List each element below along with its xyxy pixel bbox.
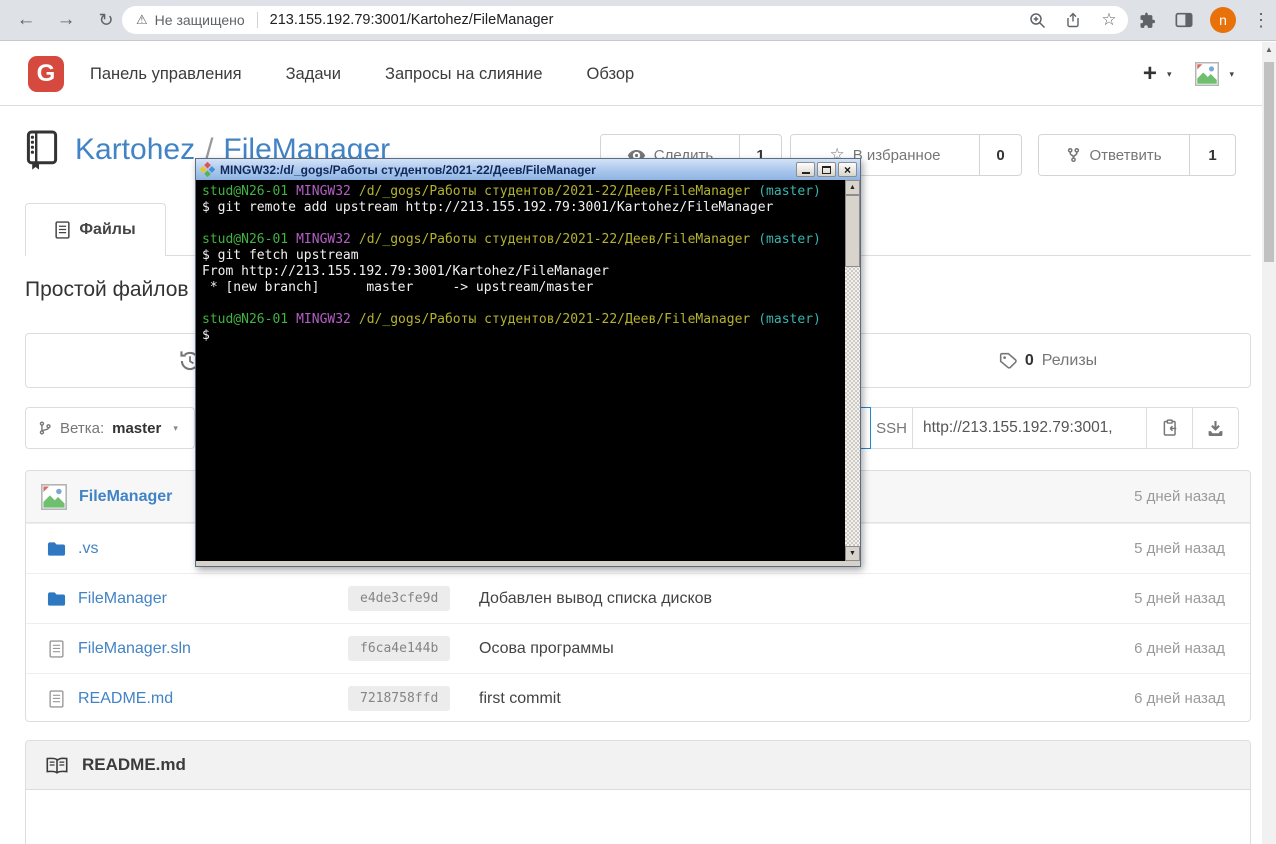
file-tab-icon — [55, 221, 70, 239]
branch-icon — [39, 421, 51, 435]
browser-back-button[interactable]: ← — [12, 6, 40, 34]
gogs-navbar: G Панель управления Задачи Запросы на сл… — [0, 42, 1276, 106]
terminal-close-button[interactable]: × — [838, 162, 857, 177]
folder-icon — [46, 591, 66, 607]
readme-header: README.md — [26, 741, 1250, 790]
side-panel-icon[interactable] — [1174, 10, 1194, 30]
nav-pull-requests[interactable]: Запросы на слияние — [385, 65, 543, 84]
committer-link[interactable]: FileManager — [79, 488, 172, 506]
share-icon[interactable] — [1064, 11, 1082, 29]
commit-date: 6 дней назад — [1134, 690, 1225, 707]
terminal-scroll-up-button[interactable]: ▲ — [845, 180, 860, 195]
not-secure-label[interactable]: Не защищено — [155, 12, 245, 28]
committer-avatar-broken-image-icon — [41, 483, 67, 510]
table-row[interactable]: README.md 7218758ffd first commit 6 дней… — [26, 673, 1250, 721]
terminal-bottom-frame — [196, 561, 860, 566]
commit-hash-badge[interactable]: f6ca4e144b — [348, 636, 451, 661]
clone-ssh-button[interactable]: SSH — [871, 407, 913, 449]
terminal-scrollbar[interactable]: ▲ ▼ — [845, 180, 860, 561]
address-bar[interactable]: ⚠ Не защищено 213.155.192.79:3001/Kartoh… — [122, 6, 1128, 34]
copy-url-button[interactable] — [1147, 407, 1193, 449]
browser-reload-button[interactable]: ↻ — [92, 6, 120, 34]
file-link[interactable]: README.md — [78, 690, 173, 708]
download-icon — [1208, 420, 1223, 436]
repo-owner-link[interactable]: Kartohez — [75, 133, 195, 166]
nav-issues[interactable]: Задачи — [286, 65, 341, 84]
star-count[interactable]: 0 — [979, 135, 1021, 175]
clone-url-input[interactable] — [913, 407, 1147, 449]
terminal-minimize-button[interactable] — [796, 162, 815, 177]
not-secure-warning-icon: ⚠ — [136, 12, 148, 27]
browser-profile-avatar[interactable]: n — [1210, 7, 1236, 33]
file-link[interactable]: FileManager.sln — [78, 640, 191, 658]
terminal-output: stud@N26-01 MINGW32/d/_gogs/Работы студен… — [196, 180, 845, 561]
commit-message[interactable]: Добавлен вывод списка дисков — [479, 590, 712, 608]
plus-caret-icon[interactable]: ▾ — [1167, 69, 1172, 80]
mingw-icon — [200, 162, 215, 177]
fork-count[interactable]: 1 — [1189, 135, 1235, 175]
user-avatar-broken-image-icon[interactable] — [1195, 62, 1220, 86]
releases-count: 0 — [1024, 351, 1034, 369]
tab-files[interactable]: Файлы — [25, 203, 166, 256]
scrollbar-thumb[interactable] — [1264, 62, 1274, 262]
zoom-icon[interactable] — [1028, 11, 1046, 29]
fork-icon — [1068, 147, 1080, 163]
commit-message[interactable]: Осова программы — [479, 640, 614, 658]
commit-date: 5 дней назад — [1134, 590, 1225, 607]
extensions-icon[interactable] — [1138, 10, 1158, 30]
bookmark-star-icon[interactable]: ☆ — [1100, 10, 1118, 29]
fork-button[interactable]: Ответвить — [1039, 135, 1189, 175]
commit-date: 6 дней назад — [1134, 640, 1225, 657]
repository-book-icon — [25, 130, 59, 170]
url-text[interactable]: 213.155.192.79:3001/Kartohez/FileManager — [270, 12, 554, 28]
branch-caret-icon: ▾ — [173, 422, 178, 433]
page-scrollbar[interactable]: ▲ — [1262, 42, 1276, 844]
file-icon — [46, 639, 66, 658]
file-icon — [46, 689, 66, 708]
table-row[interactable]: FileManager.sln f6ca4e144b Осова програм… — [26, 623, 1250, 673]
browser-toolbar: ← → ↻ ⚠ Не защищено 213.155.192.79:3001/… — [0, 0, 1276, 41]
nav-dashboard[interactable]: Панель управления — [90, 65, 242, 84]
terminal-scroll-down-button[interactable]: ▼ — [845, 546, 860, 561]
releases-label: Релизы — [1041, 351, 1098, 369]
releases-link[interactable]: 0 Релизы — [843, 334, 1252, 387]
scrollbar-up-arrow[interactable]: ▲ — [1262, 45, 1276, 54]
branch-selector[interactable]: Ветка: master ▾ — [25, 407, 195, 449]
tag-icon — [999, 352, 1017, 369]
open-book-icon — [46, 757, 68, 774]
terminal-scroll-thumb[interactable] — [845, 195, 860, 267]
mingw-terminal-window: MINGW32:/d/_gogs/Работы студентов/2021-2… — [195, 158, 861, 567]
table-row[interactable]: FileManager e4de3cfe9d Добавлен вывод сп… — [26, 573, 1250, 623]
file-link[interactable]: .vs — [78, 540, 98, 558]
commit-hash-badge[interactable]: 7218758ffd — [348, 686, 451, 711]
screen: ← → ↻ ⚠ Не защищено 213.155.192.79:3001/… — [0, 0, 1276, 844]
readme-panel: README.md — [25, 740, 1251, 844]
commit-date: 5 дней назад — [1134, 540, 1225, 557]
new-repo-plus-button[interactable]: + — [1143, 60, 1157, 88]
browser-menu-icon[interactable]: ⋮ — [1252, 10, 1270, 31]
fork-button-group: Ответвить 1 — [1038, 134, 1236, 176]
browser-forward-button[interactable]: → — [52, 6, 80, 34]
repo-description: Простой файлов — [25, 278, 189, 301]
download-button[interactable] — [1193, 407, 1239, 449]
clipboard-copy-icon — [1163, 419, 1176, 436]
terminal-maximize-button[interactable] — [817, 162, 836, 177]
folder-icon — [46, 541, 66, 557]
file-link[interactable]: FileManager — [78, 590, 167, 608]
clone-bar: HTTP SSH — [812, 407, 1239, 449]
latest-commit-date: 5 дней назад — [1134, 488, 1225, 505]
gogs-logo[interactable]: G — [28, 56, 64, 92]
terminal-title: MINGW32:/d/_gogs/Работы студентов/2021-2… — [220, 162, 596, 177]
terminal-titlebar[interactable]: MINGW32:/d/_gogs/Работы студентов/2021-2… — [196, 159, 860, 180]
readme-title: README.md — [82, 755, 186, 774]
commit-message[interactable]: first commit — [479, 690, 561, 708]
omnibox-divider — [256, 12, 258, 28]
avatar-caret-icon[interactable]: ▾ — [1229, 69, 1234, 80]
commit-hash-badge[interactable]: e4de3cfe9d — [348, 586, 451, 611]
nav-explore[interactable]: Обзор — [587, 65, 635, 84]
